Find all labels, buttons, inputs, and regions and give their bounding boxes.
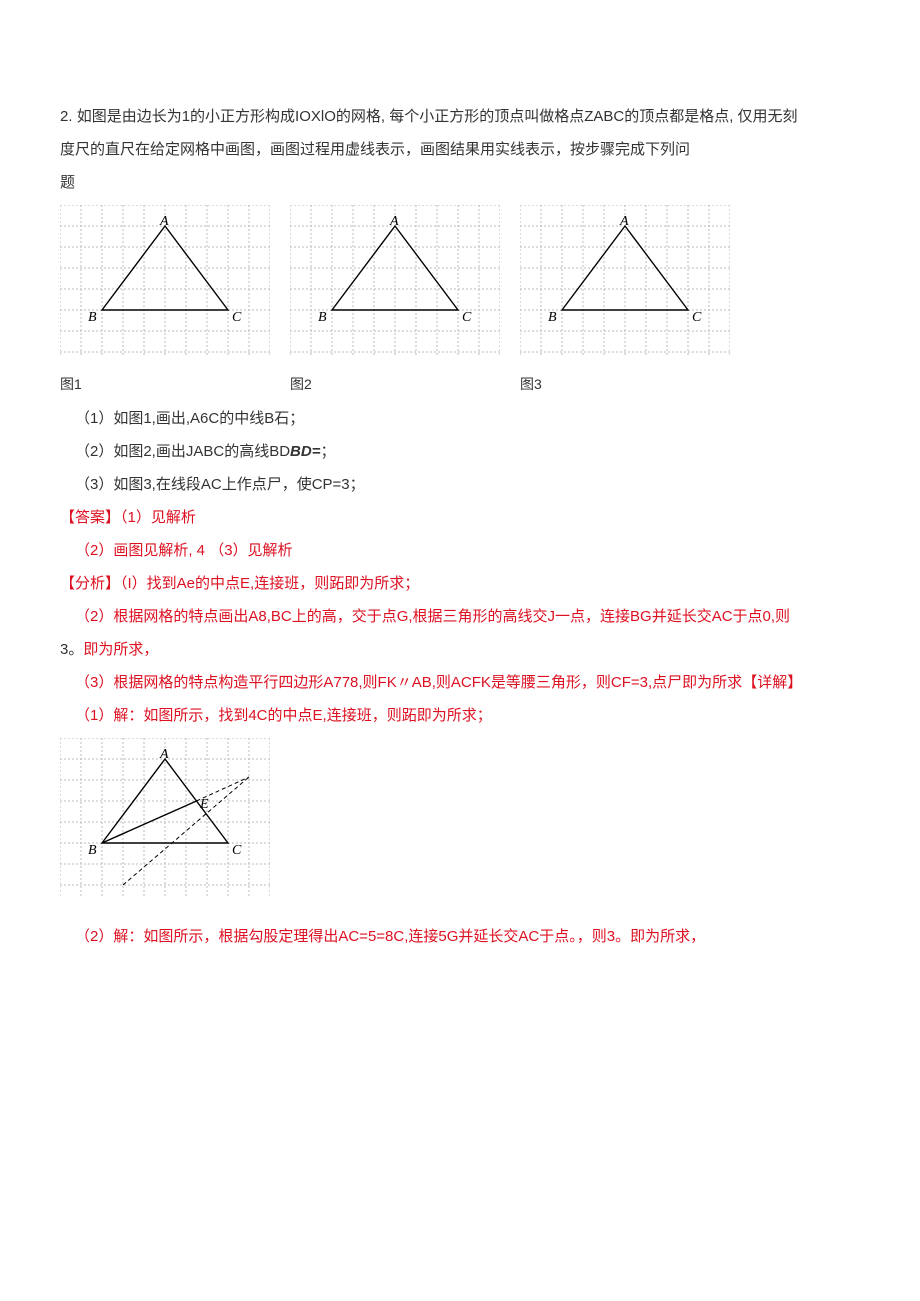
label-B: B bbox=[318, 303, 327, 334]
answer-2b: （3）见解析 bbox=[209, 542, 292, 559]
part-1: （1）如图1,画出,A6C的中线B石； bbox=[60, 402, 860, 435]
part-3: （3）如图3,在线段AC上作点尸，使CP=3； bbox=[60, 468, 860, 501]
question-stem-line-1: 2. 如图是由边长为1的小正方形构成IOXlO的网格, 每个小正方形的顶点叫做格… bbox=[60, 100, 860, 133]
question-number: 2. bbox=[60, 108, 73, 125]
label-C: C bbox=[462, 303, 471, 334]
figure-2-label: 图2 bbox=[290, 369, 500, 400]
answer-header: 【答案】（1）见解析 bbox=[60, 501, 860, 534]
detail-header: 【详解】 bbox=[742, 674, 802, 691]
analysis-3b: 所求 bbox=[712, 674, 742, 691]
answer-2a: （2）画图见解析, 4 bbox=[75, 542, 205, 559]
stem-a: 如图是由边长为1的小正方形构成IOXlO的网格, 每个小正方形的顶点叫做格点ZA… bbox=[77, 108, 798, 125]
label-B: B bbox=[88, 303, 97, 334]
figure-3-label: 图3 bbox=[520, 369, 730, 400]
question-stem-line-2: 度尺的直尺在给定网格中画图，画图过程用虚线表示，画图结果用实线表示，按步骤完成下… bbox=[60, 133, 860, 166]
figure-3: A B C 图3 bbox=[520, 205, 730, 400]
analysis-2a: （2）根据网格的特点画出A8,BC上的高，交于点G,根据三角形的高线交J一点，连… bbox=[60, 600, 860, 633]
grid-3: A B C bbox=[520, 205, 730, 367]
analysis-2b: 3。即为所求， bbox=[60, 633, 860, 666]
label-C: C bbox=[232, 836, 241, 867]
figure-1: A B C 图1 bbox=[60, 205, 270, 400]
page: 2. 如图是由边长为1的小正方形构成IOXlO的网格, 每个小正方形的顶点叫做格… bbox=[0, 0, 920, 1033]
label-C: C bbox=[692, 303, 701, 334]
part-2-a: （2）如图2,画出JABC的高线BD bbox=[75, 443, 290, 460]
question-stem-line-3: 题 bbox=[60, 166, 860, 199]
part-2-b: BD= bbox=[290, 443, 320, 460]
label-B: B bbox=[548, 303, 557, 334]
label-A: A bbox=[620, 207, 629, 238]
analysis-header: 【分析】（I）找到Ae的中点E,连接班，则跖即为所求； bbox=[60, 567, 860, 600]
solution-figure-1: A B C E bbox=[60, 738, 860, 910]
detail-2-a: （2）解：如图所示，根据勾股定理得出AC=5=8C,连接5G并延长交AC于点。，… bbox=[75, 928, 630, 945]
analysis-2b-b: 即为所求， bbox=[83, 641, 158, 658]
grid-1: A B C bbox=[60, 205, 270, 367]
label-A: A bbox=[390, 207, 399, 238]
figure-2: A B C 图2 bbox=[290, 205, 500, 400]
part-2-c: ； bbox=[320, 443, 335, 460]
detail-2-b: 即为所求， bbox=[630, 928, 705, 945]
grid-sol-1: A B C E bbox=[60, 738, 860, 910]
label-E: E bbox=[200, 790, 209, 821]
grid-2: A B C bbox=[290, 205, 500, 367]
label-A: A bbox=[160, 207, 169, 238]
detail-1: （1）解：如图所示，找到4C的中点E,连接班，则跖即为所求； bbox=[60, 699, 860, 732]
figure-1-label: 图1 bbox=[60, 369, 270, 400]
figures-row: A B C 图1 A B C 图2 bbox=[60, 205, 860, 400]
analysis-2b-a: 3。 bbox=[60, 641, 83, 658]
label-B: B bbox=[88, 836, 97, 867]
part-2: （2）如图2,画出JABC的高线BDBD=； bbox=[60, 435, 860, 468]
label-C: C bbox=[232, 303, 241, 334]
analysis-3a: （3）根据网格的特点构造平行四边形A778,则FK〃AB,则ACFK是等腰三角形… bbox=[60, 674, 712, 691]
detail-2: （2）解：如图所示，根据勾股定理得出AC=5=8C,连接5G并延长交AC于点。，… bbox=[60, 920, 860, 953]
label-A: A bbox=[160, 740, 169, 771]
analysis-3: （3）根据网格的特点构造平行四边形A778,则FK〃AB,则ACFK是等腰三角形… bbox=[60, 666, 860, 699]
answer-line-2: （2）画图见解析, 4 （3）见解析 bbox=[60, 534, 860, 567]
